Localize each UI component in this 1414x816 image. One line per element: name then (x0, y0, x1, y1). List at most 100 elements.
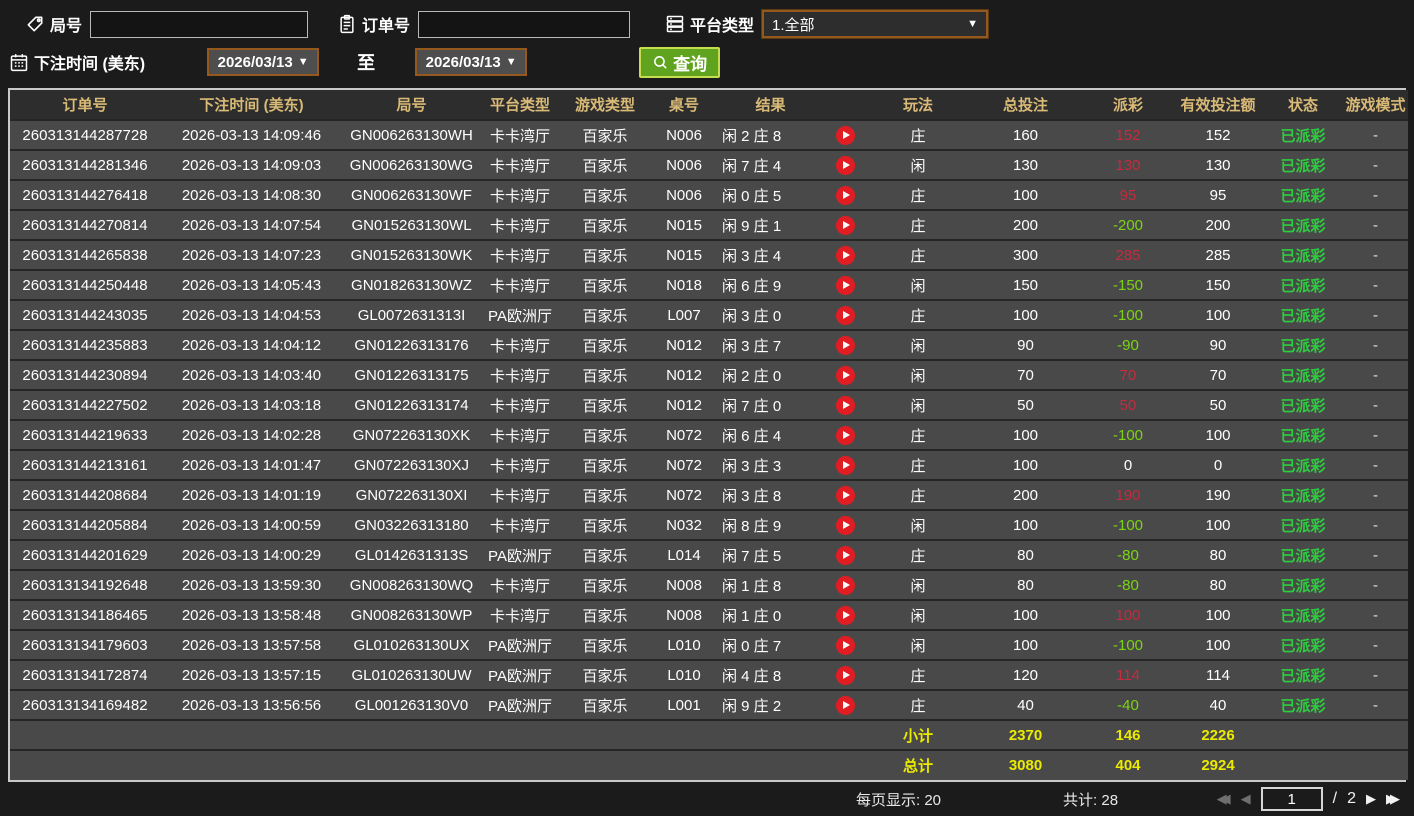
cell-platform: 卡卡湾厅 (480, 599, 560, 630)
play-video-button[interactable] (836, 305, 855, 325)
cell-game: 百家乐 (560, 299, 650, 330)
cell-game: 百家乐 (560, 149, 650, 180)
app-root: 局号 订单号 平台类型 1.全部 ▼ 下注时间 (美东) 2026/03/13 … (0, 0, 1414, 816)
clipboard-icon (336, 13, 358, 35)
last-page-button[interactable]: ▶▶ (1386, 791, 1400, 807)
date-to-picker[interactable]: 2026/03/13 ▼ (415, 48, 528, 76)
play-video-button[interactable] (836, 365, 855, 385)
cell-table: N018 (650, 269, 718, 300)
cell-total: 150 (968, 269, 1083, 300)
cell-valid: 100 (1173, 629, 1263, 660)
play-video-button[interactable] (836, 215, 855, 235)
cell-valid: 100 (1173, 509, 1263, 540)
col-payout: 派彩 (1083, 90, 1173, 120)
cell-payout: 152 (1083, 119, 1173, 150)
platform-type-select[interactable]: 1.全部 ▼ (761, 9, 990, 39)
play-video-button[interactable] (836, 515, 855, 535)
play-video-button[interactable] (836, 575, 855, 595)
table-row: 260313144213161 2026-03-13 14:01:47 GN0722… (10, 449, 1408, 480)
cell-order: 260313144205884 (10, 509, 160, 540)
cell-valid: 200 (1173, 209, 1263, 240)
play-video-button[interactable] (836, 245, 855, 265)
cell-round: GN01226313174 (343, 389, 480, 420)
cell-round: GN072263130XK (343, 419, 480, 450)
col-bet-type: 玩法 (868, 90, 968, 120)
play-video-button[interactable] (836, 545, 855, 565)
cell-platform: 卡卡湾厅 (480, 509, 560, 540)
first-page-button[interactable]: ◀◀ (1217, 791, 1231, 807)
play-video-button[interactable] (836, 635, 855, 655)
play-video-button[interactable] (836, 485, 855, 505)
cell-status: 已派彩 (1263, 599, 1343, 630)
cell-time: 2026-03-13 14:08:30 (160, 179, 343, 210)
cell-platform: 卡卡湾厅 (480, 269, 560, 300)
search-button[interactable]: 查询 (639, 46, 721, 78)
cell-time: 2026-03-13 14:05:43 (160, 269, 343, 300)
play-video-button[interactable] (836, 335, 855, 355)
col-bet-time: 下注时间 (美东) (160, 90, 343, 120)
cell-time: 2026-03-13 14:09:03 (160, 149, 343, 180)
cell-mode: - (1343, 389, 1408, 420)
cell-total: 50 (968, 389, 1083, 420)
cell-play (823, 569, 868, 600)
play-video-button[interactable] (836, 155, 855, 175)
cell-total: 90 (968, 329, 1083, 360)
total-count-text: 共计: 28 (1063, 791, 1119, 809)
play-video-button[interactable] (836, 395, 855, 415)
cell-play (823, 299, 868, 330)
cell-platform: PA欧洲厅 (480, 629, 560, 660)
table-row: 260313134172874 2026-03-13 13:57:15 GL0102… (10, 659, 1408, 690)
col-round-number: 局号 (343, 90, 480, 120)
cell-total: 100 (968, 299, 1083, 330)
cell-play (823, 359, 868, 390)
cell-game: 百家乐 (560, 179, 650, 210)
cell-valid: 100 (1173, 419, 1263, 450)
play-video-button[interactable] (836, 185, 855, 205)
cell-table: N015 (650, 209, 718, 240)
cell-bet: 庄 (868, 419, 968, 450)
round-number-input[interactable] (90, 10, 309, 38)
next-page-button[interactable]: ▶ (1366, 791, 1376, 807)
order-number-input[interactable] (418, 10, 631, 38)
grand-total-row-time (160, 749, 343, 780)
subtotal-row: 小计 2370 146 2226 (10, 719, 1408, 750)
cell-round: GN015263130WL (343, 209, 480, 240)
play-icon (843, 491, 850, 499)
page-number-input[interactable] (1260, 787, 1323, 811)
cell-valid: 80 (1173, 569, 1263, 600)
cell-status: 已派彩 (1263, 389, 1343, 420)
cell-game: 百家乐 (560, 509, 650, 540)
order-number-label: 订单号 (362, 18, 411, 35)
table-row: 260313134179603 2026-03-13 13:57:58 GL0102… (10, 629, 1408, 660)
cell-payout: -100 (1083, 419, 1173, 450)
cell-total: 70 (968, 359, 1083, 390)
col-status: 状态 (1263, 90, 1343, 120)
col-replay (823, 90, 868, 120)
play-video-button[interactable] (836, 695, 855, 715)
cell-order: 260313134169482 (10, 689, 160, 720)
date-from-picker[interactable]: 2026/03/13 ▼ (207, 48, 320, 76)
col-order-number: 订单号 (10, 90, 160, 120)
cell-result: 闲 0 庄 5 (718, 179, 823, 210)
cell-status: 已派彩 (1263, 539, 1343, 570)
play-icon (843, 701, 850, 709)
play-video-button[interactable] (836, 125, 855, 145)
play-video-button[interactable] (836, 455, 855, 475)
play-video-button[interactable] (836, 605, 855, 625)
chevron-down-icon: ▼ (297, 56, 309, 68)
cell-table: L014 (650, 539, 718, 570)
play-video-button[interactable] (836, 665, 855, 685)
cell-round: GN072263130XI (343, 479, 480, 510)
cell-platform: PA欧洲厅 (480, 299, 560, 330)
cell-order: 260313144219633 (10, 419, 160, 450)
cell-status: 已派彩 (1263, 419, 1343, 450)
cell-order: 260313144230894 (10, 359, 160, 390)
play-video-button[interactable] (836, 425, 855, 445)
cell-table: N012 (650, 389, 718, 420)
cell-bet: 庄 (868, 179, 968, 210)
play-video-button[interactable] (836, 275, 855, 295)
cell-mode: - (1343, 509, 1408, 540)
prev-page-button[interactable]: ◀ (1241, 791, 1251, 807)
cell-status: 已派彩 (1263, 119, 1343, 150)
cell-platform: PA欧洲厅 (480, 539, 560, 570)
